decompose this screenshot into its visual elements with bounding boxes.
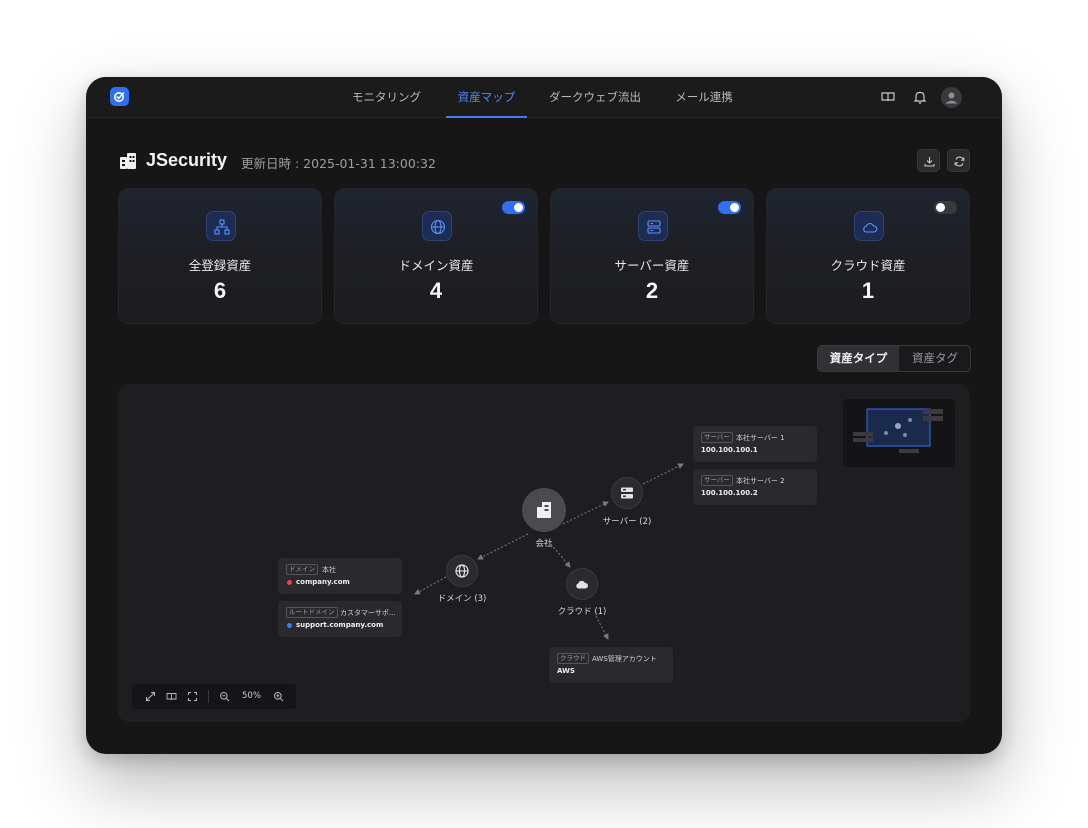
toolbar-divider: [208, 690, 209, 703]
tab-darkweb-leak[interactable]: ダークウェブ流出: [543, 77, 647, 118]
card-value: 4: [429, 278, 443, 303]
cloud-icon: [576, 580, 589, 589]
app-window: モニタリング 資産マップ ダークウェブ流出 メール連携 JSecurity 更新…: [86, 77, 1002, 754]
minimap-preview: [853, 408, 943, 453]
page-title: JSecurity: [146, 150, 228, 170]
asset-value: 100.100.100.2: [701, 489, 758, 497]
card-value: 2: [645, 278, 659, 303]
asset-card-server-1[interactable]: サーバー 本社サーバー 1 100.100.100.1: [693, 426, 817, 462]
tab-monitoring[interactable]: モニタリング: [346, 77, 427, 118]
zoom-in-icon[interactable]: [273, 691, 284, 702]
tab-asset-map[interactable]: 資産マップ: [446, 77, 527, 118]
status-dot: [287, 623, 292, 628]
download-button[interactable]: [917, 149, 940, 172]
card-value: 6: [213, 278, 227, 303]
zoom-level: 50%: [242, 691, 261, 701]
asset-name: カスタマーサポ...: [340, 609, 396, 617]
card-label: 全登録資産: [188, 258, 252, 273]
view-by-asset-type[interactable]: 資産タイプ: [818, 346, 899, 371]
sitemap-icon: [214, 219, 230, 235]
server-group-label: サーバー (2): [602, 517, 652, 527]
card-domain-assets: ドメイン資産 4: [334, 188, 538, 324]
zoom-out-icon[interactable]: [219, 691, 230, 702]
download-icon: [924, 157, 935, 167]
card-value: 1: [861, 278, 875, 303]
domain-toggle[interactable]: [502, 201, 525, 214]
server-icon: [621, 487, 633, 499]
building-icon: [537, 502, 551, 518]
user-avatar[interactable]: [941, 87, 962, 108]
card-server-assets: サーバー資産 2: [550, 188, 754, 324]
domain-group-label: ドメイン (3): [437, 594, 487, 604]
asset-type-tag: ルートドメイン: [286, 607, 338, 618]
cloud-group-node[interactable]: [566, 568, 598, 600]
book-icon[interactable]: [166, 691, 177, 702]
view-by-asset-tag[interactable]: 資産タグ: [899, 346, 970, 371]
cloud-icon: [863, 223, 878, 233]
active-tab-indicator: [446, 116, 527, 118]
fullscreen-icon[interactable]: [187, 691, 198, 702]
building-icon: [120, 153, 136, 169]
asset-type-tag: サーバー: [701, 475, 733, 486]
cloud-toggle[interactable]: [934, 201, 957, 214]
card-all-assets: 全登録資産 6: [118, 188, 322, 324]
asset-name: 本社サーバー 2: [736, 477, 785, 485]
company-node-label: 会社: [535, 539, 553, 549]
card-cloud-assets: クラウド資産 1: [766, 188, 970, 324]
asset-map-canvas[interactable]: 会社 サーバー (2) ドメイン (3) クラウド (1) サーバー 本社サーバ…: [118, 384, 970, 722]
server-toggle[interactable]: [718, 201, 741, 214]
book-icon[interactable]: [880, 89, 896, 105]
bell-icon[interactable]: [912, 89, 928, 105]
asset-card-domain-2[interactable]: ルートドメイン カスタマーサポ... support.company.com: [278, 601, 402, 637]
globe-icon: [430, 219, 446, 235]
app-logo-icon[interactable]: [110, 87, 129, 106]
asset-type-tag: ドメイン: [286, 564, 318, 575]
expand-icon[interactable]: [145, 691, 156, 702]
card-label: サーバー資産: [614, 258, 690, 273]
refresh-icon: [954, 156, 965, 167]
card-label: ドメイン資産: [398, 258, 474, 273]
asset-card-cloud-1[interactable]: クラウド AWS管理アカウント AWS: [549, 647, 673, 683]
asset-type-tag: サーバー: [701, 432, 733, 443]
domain-group-node[interactable]: [446, 555, 478, 587]
server-group-node[interactable]: [611, 477, 643, 509]
server-icon: [647, 220, 661, 234]
status-dot: [287, 580, 292, 585]
asset-value: company.com: [296, 578, 350, 586]
asset-card-server-2[interactable]: サーバー 本社サーバー 2 100.100.100.2: [693, 469, 817, 505]
minimap[interactable]: [843, 399, 955, 467]
asset-name: 本社: [322, 566, 336, 574]
user-icon: [945, 92, 958, 104]
asset-value: 100.100.100.1: [701, 446, 758, 454]
globe-icon: [455, 564, 469, 578]
map-toolbar: 50%: [132, 684, 296, 709]
card-label: クラウド資産: [830, 258, 906, 273]
asset-name: AWS管理アカウント: [592, 655, 657, 663]
refresh-button[interactable]: [947, 149, 970, 172]
cloud-group-label: クラウド (1): [557, 607, 607, 617]
company-node[interactable]: [522, 488, 566, 532]
top-navigation: モニタリング 資産マップ ダークウェブ流出 メール連携: [86, 77, 1002, 118]
asset-name: 本社サーバー 1: [736, 434, 785, 442]
asset-card-domain-1[interactable]: ドメイン 本社 company.com: [278, 558, 402, 594]
asset-type-tag: クラウド: [557, 653, 589, 664]
view-mode-toggle: 資産タイプ 資産タグ: [817, 345, 971, 372]
last-updated: 更新日時 : 2025-01-31 13:00:32: [241, 156, 436, 171]
tab-mail-integration[interactable]: メール連携: [664, 77, 744, 118]
asset-value: AWS: [557, 667, 575, 675]
asset-value: support.company.com: [296, 621, 384, 629]
